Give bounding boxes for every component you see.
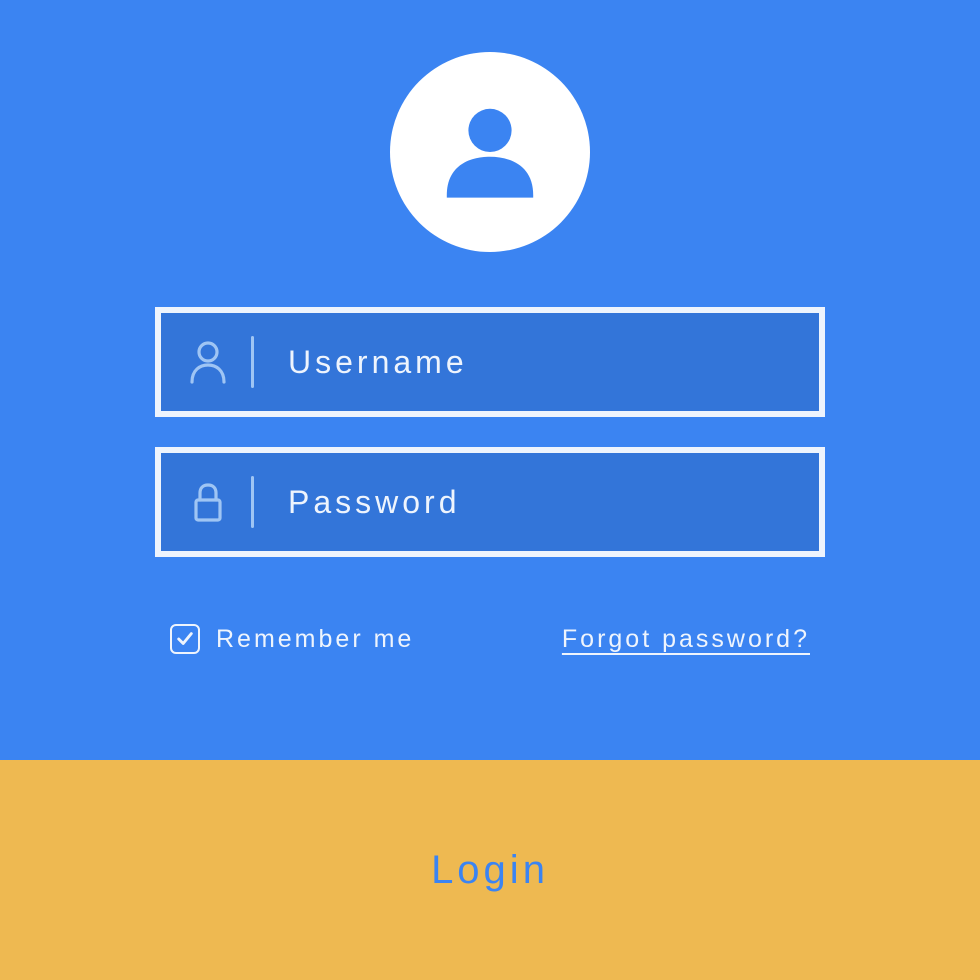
person-icon [183, 340, 233, 384]
field-separator [251, 476, 254, 528]
checkbox-icon [170, 624, 200, 654]
login-button-label: Login [431, 848, 549, 893]
remember-me-toggle[interactable]: Remember me [170, 624, 414, 654]
remember-me-label: Remember me [216, 625, 414, 654]
username-input[interactable] [288, 344, 797, 381]
login-screen: Remember me Forgot password? Login [0, 0, 980, 980]
field-separator [251, 336, 254, 388]
forgot-password-link[interactable]: Forgot password? [562, 625, 810, 654]
password-field[interactable] [155, 447, 825, 557]
login-button[interactable]: Login [0, 760, 980, 980]
login-form [155, 307, 825, 587]
username-field[interactable] [155, 307, 825, 417]
aux-row: Remember me Forgot password? [170, 624, 810, 654]
user-icon [430, 92, 550, 212]
password-input[interactable] [288, 484, 797, 521]
avatar-badge [390, 52, 590, 252]
lock-icon [183, 480, 233, 524]
